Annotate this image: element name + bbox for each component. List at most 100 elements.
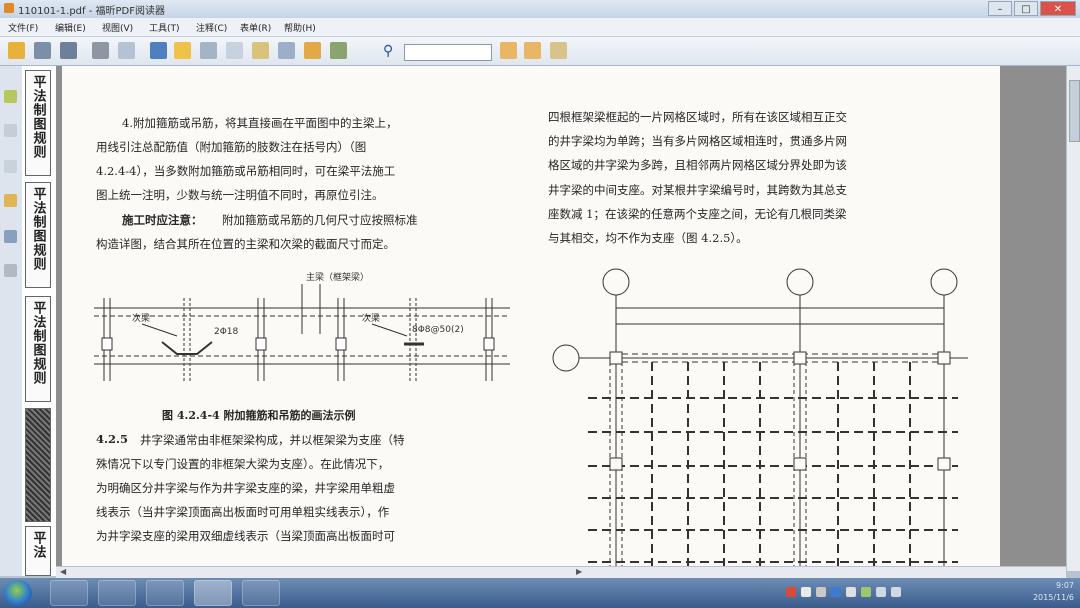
zoom-icon[interactable]: [200, 42, 217, 59]
body-line: 与其相交，均不作为支座（图 4.2.5）。: [548, 231, 748, 245]
body-line: 座数减 1；在该梁的任意两个支座之间，无论有几根同类梁: [548, 207, 847, 221]
menu-file[interactable]: 文件(F): [8, 21, 38, 34]
tray-icon[interactable]: [816, 587, 826, 597]
body-line: 的井字梁均为单跨；当有多片网格区域相连时，贯通多片网: [548, 134, 847, 148]
clock[interactable]: 9:07 2015/11/6: [1033, 580, 1074, 604]
fit-page-icon[interactable]: [278, 42, 295, 59]
taskbar-window-icon[interactable]: [242, 580, 280, 606]
bookmark-item[interactable]: 平法: [25, 526, 51, 576]
label-sub-beam: 次梁: [132, 312, 150, 324]
minimize-icon[interactable]: –: [988, 1, 1012, 16]
body-line: 殊情况下以专门设置的非框架大梁为支座）。在此情况下，: [96, 457, 390, 471]
menu-edit[interactable]: 编辑(E): [55, 21, 86, 34]
window-controls: – □ ✕: [988, 1, 1076, 16]
taskbar-ie-icon[interactable]: [50, 580, 88, 606]
bookmark-panel: 平法制图规则 平法制图规则 平法制图规则 平法: [22, 66, 57, 576]
binoculars-icon[interactable]: ⚲: [383, 43, 393, 59]
taskbar-app-icon[interactable]: [98, 580, 136, 606]
taskbar: 9:07 2015/11/6: [0, 578, 1080, 608]
label-rebar: 8Φ8@50(2): [412, 325, 464, 335]
vertical-scroll-thumb[interactable]: [1069, 80, 1080, 142]
find-options-icon[interactable]: [550, 42, 567, 59]
hand-tool-icon[interactable]: [150, 42, 167, 59]
label-rebar: 2Φ18: [214, 327, 239, 337]
save-icon[interactable]: [34, 42, 51, 59]
volume-icon[interactable]: [891, 587, 901, 597]
body-line: 用线引注总配筋值（附加箍筋的肢数注在括号内）（图: [96, 140, 367, 154]
figure-grid-beam-diagram: [552, 268, 968, 574]
body-line: 线表示（当井字梁顶面高出板面时可用单粗实线表示），作: [96, 505, 390, 519]
bookmark-item[interactable]: 平法制图规则: [25, 296, 51, 402]
bookmark-item[interactable]: 平法制图规则: [25, 70, 51, 176]
stamp-icon[interactable]: [304, 42, 321, 59]
tray-icon[interactable]: [831, 587, 841, 597]
search-input[interactable]: [404, 44, 492, 61]
security-panel-icon[interactable]: [4, 230, 17, 243]
snapshot-icon[interactable]: [226, 42, 243, 59]
body-line: 构造详图，结合其所在位置的主梁和次梁的截面尺寸而定。: [96, 237, 395, 251]
app-icon: [4, 3, 14, 13]
body-line: 井字梁的中间支座。对某根井字梁编号时，其跨数为其总支: [548, 183, 847, 197]
body-line: 附加箍筋或吊筋的几何尺寸应按照标准: [222, 213, 418, 227]
scroll-left-icon[interactable]: ◀: [60, 567, 66, 576]
section-number: 4.2.5: [96, 432, 129, 446]
start-button[interactable]: [4, 580, 32, 606]
menu-view[interactable]: 视图(V): [102, 21, 133, 34]
clock-date: 2015/11/6: [1032, 593, 1074, 602]
signature-panel-icon[interactable]: [4, 264, 17, 277]
label-sub-beam: 次梁: [362, 312, 380, 324]
body-line: 图上统一注明，少数与统一注明值不同时，再原位引注。: [96, 188, 384, 202]
toolbar: [0, 37, 1080, 66]
body-line: 4.2.4-4），当多数附加箍筋或吊筋相同时，可在梁平法施工: [96, 164, 396, 178]
bookmark-label: 平法制图规则: [30, 187, 46, 271]
next-result-icon[interactable]: [524, 42, 541, 59]
figure-caption: 图 4.2.4-4 附加箍筋和吊筋的画法示例: [162, 409, 356, 422]
maximize-icon[interactable]: □: [1014, 1, 1038, 16]
menu-comment[interactable]: 注释(C): [196, 21, 227, 34]
pages-panel-icon[interactable]: [4, 124, 17, 137]
body-line: 井字梁通常由非框架梁构成，并以框架梁为支座（特: [140, 433, 405, 447]
body-line: 4.附加箍筋或吊筋，将其直接画在平面图中的主梁上，: [122, 116, 398, 130]
attachments-panel-icon[interactable]: [4, 194, 17, 207]
body-line: 四根框架梁框起的一片网格区域时，所有在该区域相互正交: [548, 110, 847, 124]
body-line: 为明确区分井字梁与作为井字梁支座的梁，井字梁用单粗虚: [96, 481, 395, 495]
save-as-icon[interactable]: [60, 42, 77, 59]
scroll-right-icon[interactable]: ▶: [576, 567, 582, 576]
clock-time: 9:07: [1056, 581, 1074, 590]
close-icon[interactable]: ✕: [1040, 1, 1076, 16]
tray-icon[interactable]: [786, 587, 796, 597]
bookmark-label: 平法: [30, 531, 46, 559]
bookmark-item[interactable]: 平法制图规则: [25, 182, 51, 288]
tray-icon[interactable]: [861, 587, 871, 597]
bookmark-panel-icon[interactable]: [4, 90, 17, 103]
menu-help[interactable]: 帮助(H): [284, 21, 316, 34]
print-icon[interactable]: [92, 42, 109, 59]
tray-icon[interactable]: [846, 587, 856, 597]
menu-tools[interactable]: 工具(T): [149, 21, 180, 34]
label-main-beam: 主梁（框架梁）: [306, 271, 369, 283]
email-icon[interactable]: [118, 42, 135, 59]
previous-result-icon[interactable]: [500, 42, 517, 59]
network-icon[interactable]: [876, 587, 886, 597]
layers-panel-icon[interactable]: [4, 160, 17, 173]
pdf-page: 4.附加箍筋或吊筋，将其直接画在平面图中的主梁上， 用线引注总配筋值（附加箍筋的…: [62, 66, 1000, 574]
system-tray: [786, 587, 901, 597]
tray-icon[interactable]: [801, 587, 811, 597]
left-panel-strip: [0, 66, 23, 576]
bookmark-label: 平法制图规则: [30, 301, 46, 385]
pen-icon[interactable]: [330, 42, 347, 59]
bookmark-label: 平法制图规则: [30, 75, 46, 159]
title-bar: 110101-1.pdf - 福昕PDF阅读器 – □ ✕: [0, 0, 1080, 19]
open-icon[interactable]: [8, 42, 25, 59]
select-text-icon[interactable]: [174, 42, 191, 59]
bookmark-thumbnail[interactable]: [25, 408, 51, 522]
window-title: 110101-1.pdf - 福昕PDF阅读器: [18, 6, 165, 17]
menu-bar: 文件(F) 编辑(E) 视图(V) 工具(T) 注释(C) 表单(R) 帮助(H…: [0, 18, 1080, 37]
note-label: 施工时应注意：: [122, 213, 203, 227]
page-icon[interactable]: [252, 42, 269, 59]
taskbar-player-icon[interactable]: [146, 580, 184, 606]
menu-form[interactable]: 表单(R): [240, 21, 271, 34]
taskbar-pdf-reader-icon[interactable]: [194, 580, 232, 606]
vertical-scrollbar[interactable]: [1066, 66, 1080, 571]
figure-rebar-diagram: 主梁（框架梁） 次梁 2Φ18 次梁 8Φ8@50(2): [94, 271, 510, 381]
